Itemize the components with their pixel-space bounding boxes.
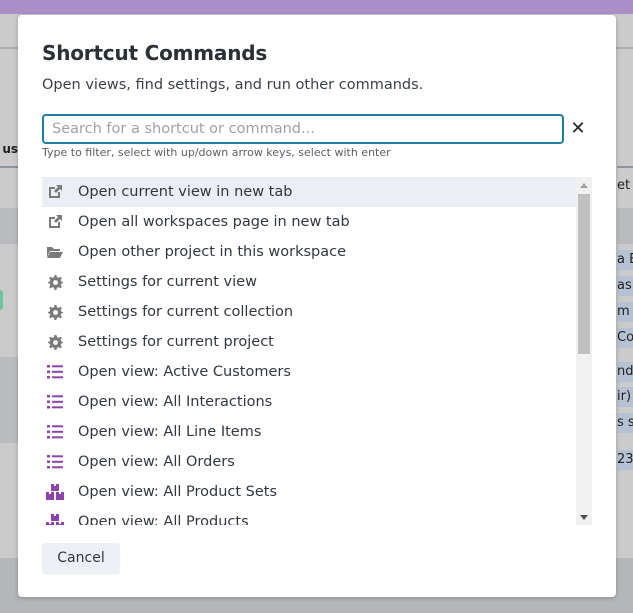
shortcut-commands-dialog: Shortcut Commands Open views, find setti… [18, 15, 616, 597]
command-label: Open other project in this workspace [78, 244, 347, 260]
dialog-title: Shortcut Commands [42, 41, 268, 65]
dialog-subtitle: Open views, find settings, and run other… [42, 77, 424, 93]
list-icon [46, 363, 64, 381]
command-label: Settings for current project [78, 334, 274, 350]
bg-text: a E [617, 252, 633, 267]
command-item[interactable]: Open view: All Orders [42, 447, 592, 477]
folder-open-icon [46, 243, 64, 261]
command-item[interactable]: Open current view in new tab [42, 177, 592, 207]
search-input[interactable] [42, 114, 564, 144]
scroll-down-arrow-icon[interactable] [576, 509, 592, 525]
list-icon [46, 423, 64, 441]
bg-column-header: us [2, 142, 18, 156]
command-item[interactable]: Open view: All Products [42, 507, 592, 525]
command-label: Open view: Active Customers [78, 364, 291, 380]
scrollbar-thumb[interactable] [578, 194, 590, 354]
command-label: Open view: All Product Sets [78, 484, 278, 500]
gear-icon [46, 333, 64, 351]
external-link-icon [46, 213, 64, 231]
bg-text: as [617, 278, 632, 293]
bg-header-line [0, 166, 18, 168]
command-item[interactable]: Settings for current view [42, 267, 592, 297]
command-item[interactable]: Open view: All Line Items [42, 417, 592, 447]
cancel-button[interactable]: Cancel [42, 543, 120, 573]
command-item[interactable]: Open view: All Product Sets [42, 477, 592, 507]
command-item[interactable]: Open view: Active Customers [42, 357, 592, 387]
external-link-icon [46, 183, 64, 201]
bg-text: ir) [617, 389, 632, 404]
command-item[interactable]: Open view: All Interactions [42, 387, 592, 417]
bg-row-band [617, 208, 633, 244]
scroll-up-arrow-icon[interactable] [576, 177, 592, 193]
gear-icon [46, 303, 64, 321]
command-item[interactable]: Settings for current collection [42, 297, 592, 327]
command-label: Open all workspaces page in new tab [78, 214, 350, 230]
bg-text: m [617, 304, 630, 319]
command-list: Open current view in new tab Open all wor… [42, 177, 592, 525]
bg-status-badge [0, 290, 3, 310]
bg-text: Co [617, 330, 633, 345]
command-list-scrollbar[interactable] [576, 177, 592, 525]
command-label: Open view: All Orders [78, 454, 235, 470]
command-label: Open view: All Line Items [78, 424, 262, 440]
bg-header-line [617, 166, 633, 168]
bg-text: s s [617, 415, 633, 430]
app-top-bar [0, 0, 633, 14]
close-icon[interactable]: ✕ [568, 119, 588, 139]
command-item[interactable]: Settings for current project [42, 327, 592, 357]
bg-text: et [617, 178, 631, 193]
list-icon [46, 453, 64, 471]
search-hint: Type to filter, select with up/down arro… [42, 146, 391, 159]
bg-row-band [0, 208, 18, 244]
boxes-icon [46, 483, 64, 501]
command-label: Open view: All Products [78, 514, 249, 525]
command-label: Open view: All Interactions [78, 394, 273, 410]
bg-row-band [0, 357, 18, 443]
list-icon [46, 393, 64, 411]
command-item[interactable]: Open other project in this workspace [42, 237, 592, 267]
gear-icon [46, 273, 64, 291]
bg-text: 23 [617, 452, 633, 467]
command-item[interactable]: Open all workspaces page in new tab [42, 207, 592, 237]
bg-text: nd [617, 364, 633, 379]
command-label: Settings for current view [78, 274, 257, 290]
boxes-icon [46, 513, 64, 525]
command-label: Open current view in new tab [78, 184, 293, 200]
command-label: Settings for current collection [78, 304, 294, 320]
